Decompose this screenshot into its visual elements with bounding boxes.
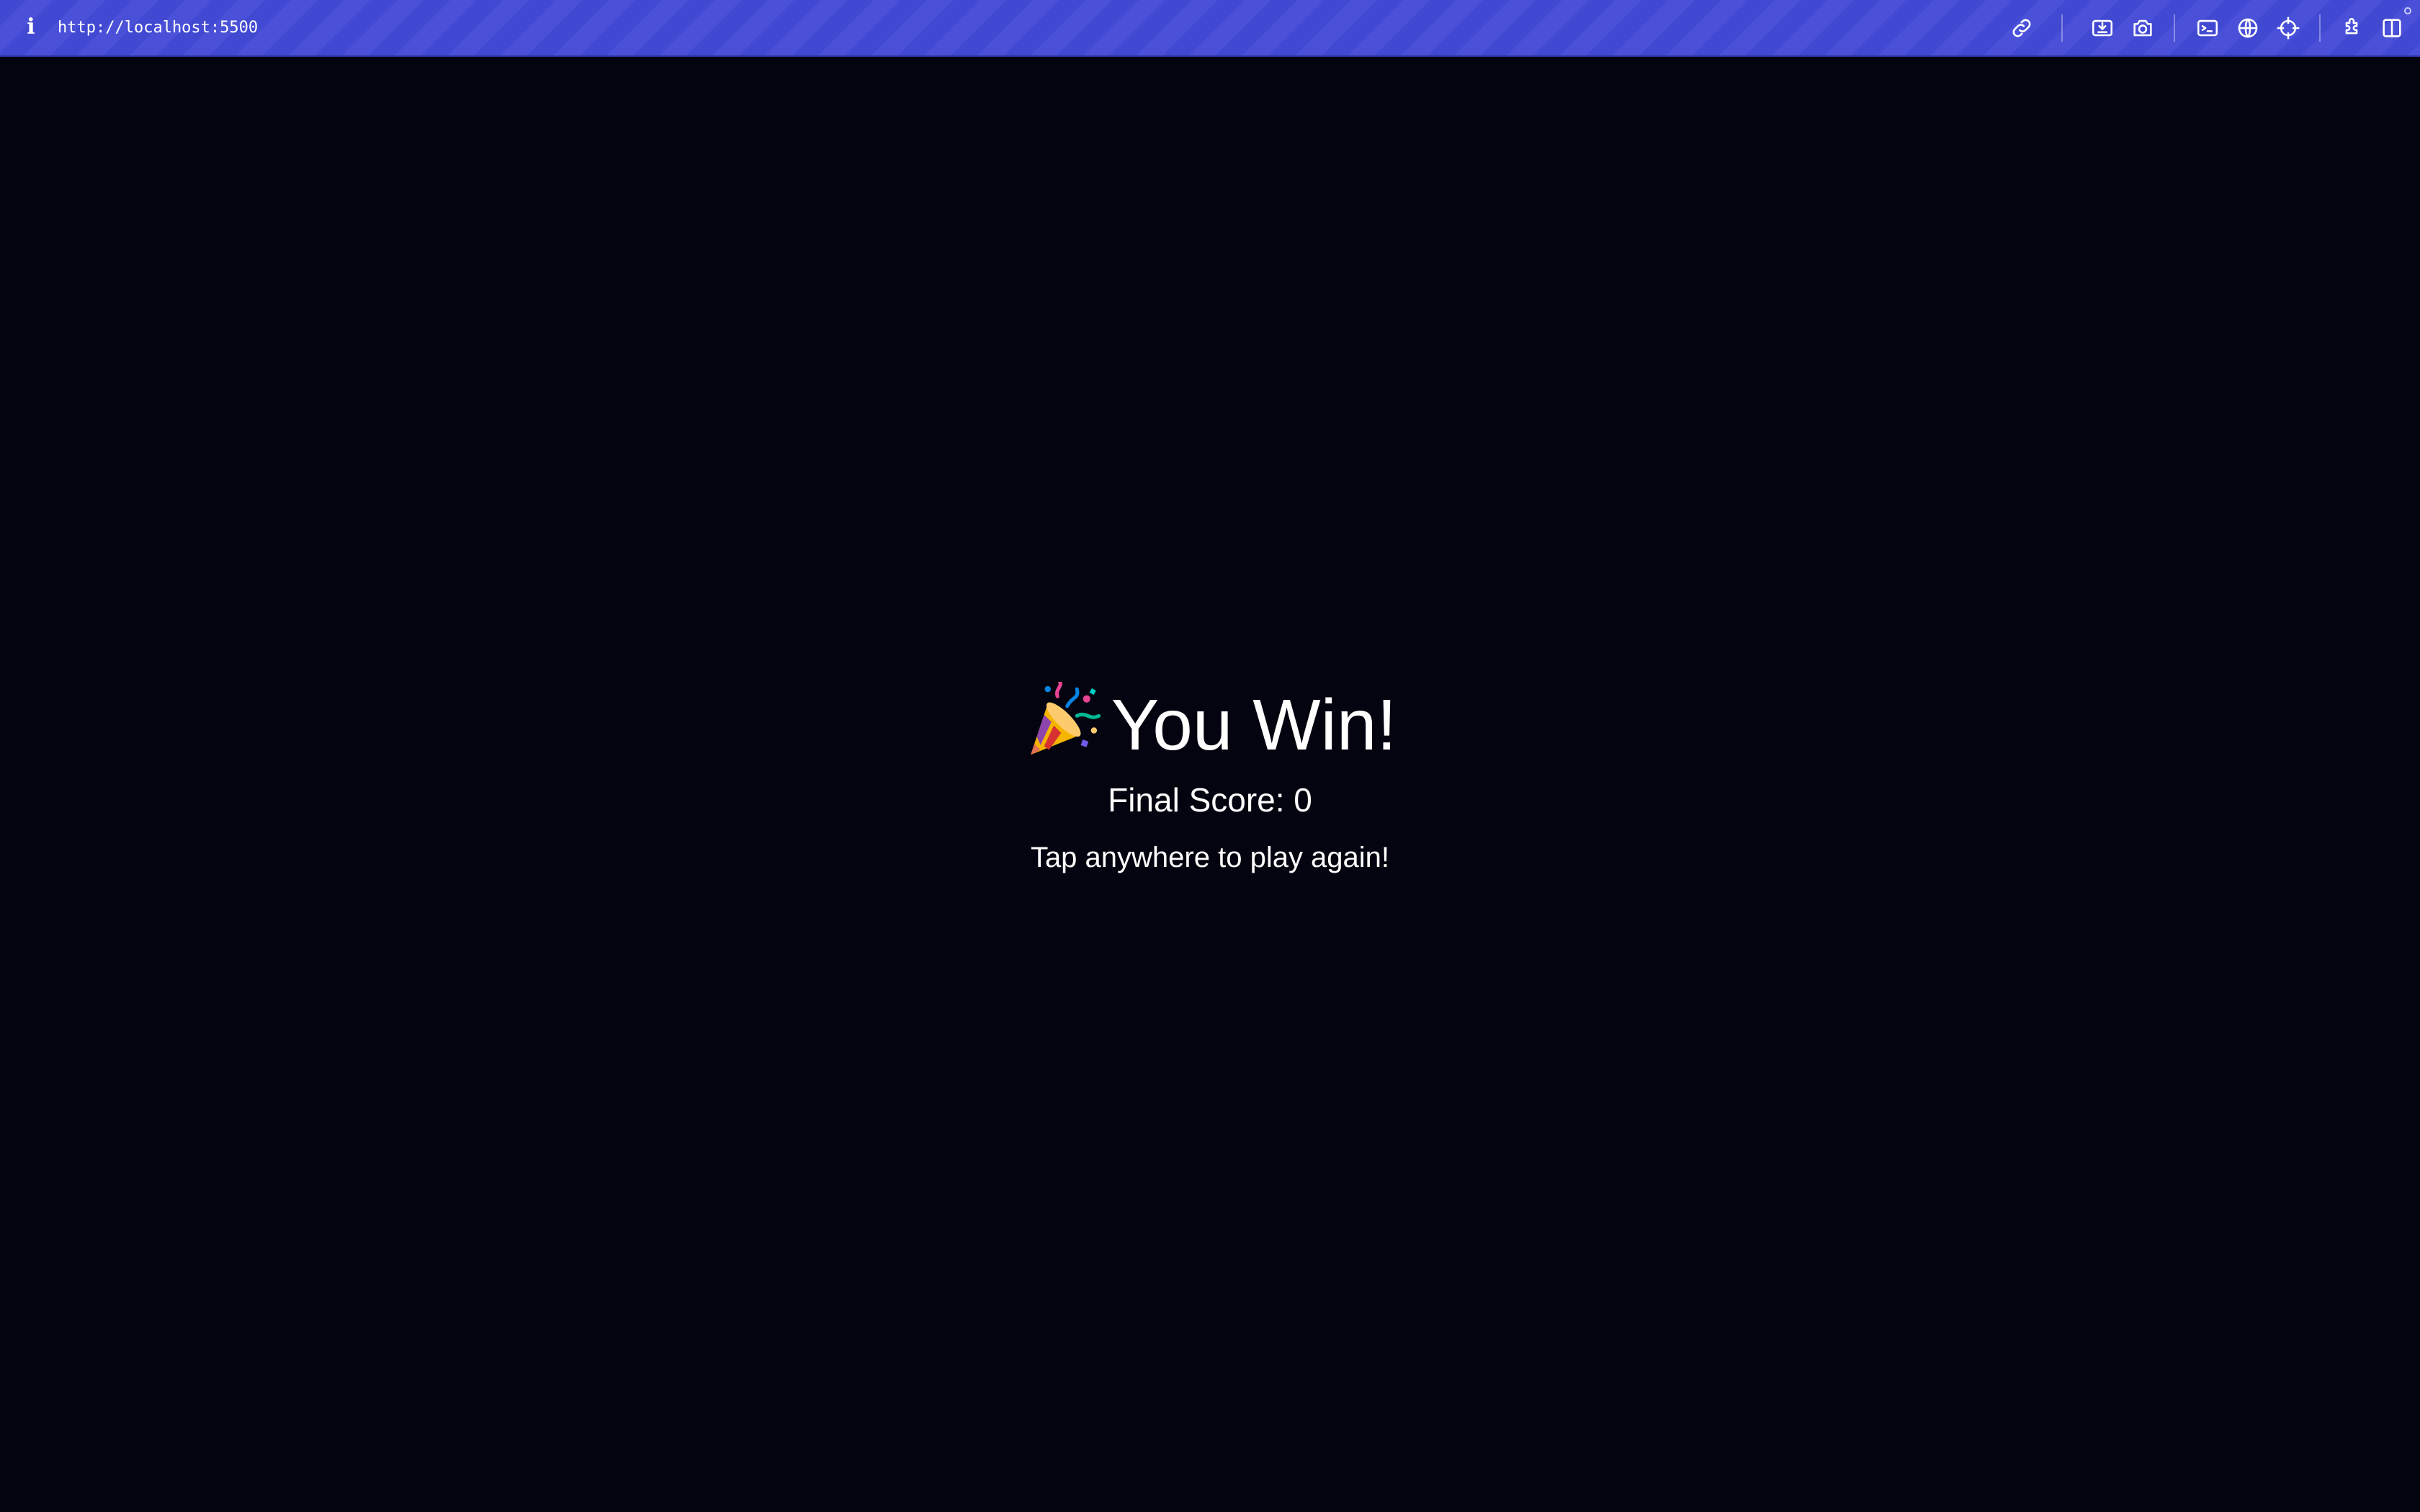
crosshair-icon[interactable] (2276, 16, 2300, 40)
win-overlay: You Win! Final Score: 0 Tap anywhere to … (0, 682, 2420, 878)
toolbar-divider (2174, 14, 2175, 42)
play-again-hint: Tap anywhere to play again! (1030, 842, 1390, 873)
win-title: You Win! (0, 682, 2420, 768)
globe-icon[interactable] (2236, 16, 2260, 40)
split-view-icon[interactable] (2380, 16, 2404, 40)
toolbar-divider (2061, 14, 2063, 42)
browser-toolbar: i http://localhost:5500 (0, 0, 2420, 57)
win-title-text: You Win! (1111, 685, 1397, 765)
game-canvas[interactable]: You Win! Final Score: 0 Tap anywhere to … (0, 57, 2420, 1512)
camera-icon[interactable] (2130, 16, 2155, 40)
screencast-icon[interactable] (2090, 16, 2115, 40)
info-icon[interactable]: i (23, 13, 39, 42)
address-bar-url[interactable]: http://localhost:5500 (58, 17, 258, 39)
link-icon[interactable] (2009, 16, 2034, 40)
notification-dot (2404, 7, 2411, 14)
final-score: Final Score: 0 (1108, 781, 1312, 819)
extensions-icon[interactable] (2339, 16, 2364, 40)
toolbar-divider (2319, 14, 2321, 42)
party-popper-icon (1023, 682, 1101, 760)
terminal-icon[interactable] (2195, 16, 2220, 40)
